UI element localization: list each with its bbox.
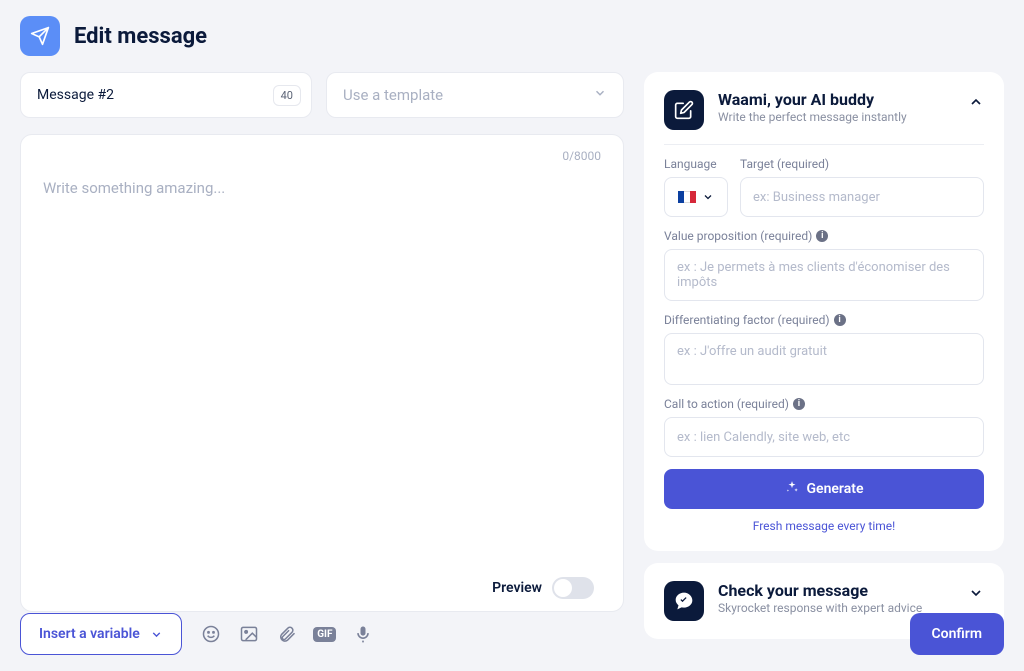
template-placeholder: Use a template: [343, 86, 443, 104]
insert-variable-button[interactable]: Insert a variable: [20, 613, 182, 655]
message-name-char-badge: 40: [273, 85, 301, 106]
page-title: Edit message: [74, 24, 207, 49]
microphone-icon[interactable]: [352, 623, 374, 645]
target-label: Target (required): [740, 157, 984, 171]
cta-label: Call to action (required) i: [664, 397, 984, 411]
generate-label: Generate: [807, 481, 864, 497]
language-label: Language: [664, 157, 728, 171]
waami-subtitle: Write the perfect message instantly: [718, 110, 954, 124]
editor-placeholder: Write something amazing...: [43, 179, 601, 197]
fresh-note: Fresh message every time!: [664, 519, 984, 533]
image-icon[interactable]: [238, 623, 260, 645]
info-icon[interactable]: i: [834, 314, 846, 326]
chevron-down-icon: [150, 628, 163, 641]
send-icon: [20, 16, 60, 56]
preview-toggle[interactable]: [552, 577, 594, 599]
flag-france-icon: [678, 191, 696, 203]
chevron-down-icon: [593, 86, 607, 104]
insert-variable-label: Insert a variable: [39, 626, 140, 642]
info-icon[interactable]: i: [816, 230, 828, 242]
waami-title: Waami, your AI buddy: [718, 90, 954, 109]
value-prop-input[interactable]: [664, 249, 984, 301]
value-prop-label: Value proposition (required) i: [664, 229, 984, 243]
gif-icon[interactable]: GIF: [314, 623, 336, 645]
preview-label: Preview: [492, 580, 542, 596]
diff-label: Differentiating factor (required) i: [664, 313, 984, 327]
toggle-knob: [554, 579, 572, 597]
target-input[interactable]: [740, 177, 984, 217]
divider: [664, 144, 984, 145]
template-select[interactable]: Use a template: [326, 72, 624, 118]
cta-input[interactable]: [664, 417, 984, 457]
chevron-down-icon: [702, 191, 714, 203]
confirm-button[interactable]: Confirm: [910, 613, 1004, 655]
message-editor[interactable]: 0/8000 Write something amazing...: [20, 134, 624, 612]
message-name-input[interactable]: [37, 87, 273, 103]
waami-panel: Waami, your AI buddy Write the perfect m…: [644, 72, 1004, 551]
emoji-icon[interactable]: [200, 623, 222, 645]
language-select[interactable]: [664, 177, 728, 217]
info-icon[interactable]: i: [793, 398, 805, 410]
editor-char-counter: 0/8000: [562, 149, 601, 163]
message-name-field-wrap[interactable]: 40: [20, 72, 312, 118]
edit-icon: [664, 90, 704, 130]
collapse-waami-button[interactable]: [968, 90, 984, 114]
diff-input[interactable]: [664, 333, 984, 385]
attachment-icon[interactable]: [276, 623, 298, 645]
sparkle-icon: [785, 480, 799, 498]
generate-button[interactable]: Generate: [664, 469, 984, 509]
